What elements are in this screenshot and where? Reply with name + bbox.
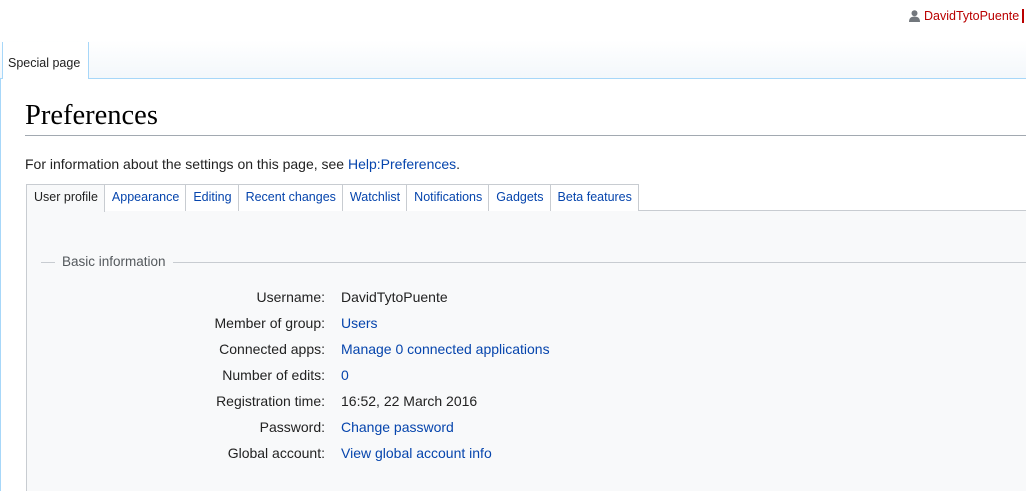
registration-time-label: Registration time: (216, 393, 325, 409)
basic-information-table: Username: DavidTytoPuente Member of grou… (27, 284, 550, 466)
page-title: Preferences (25, 100, 158, 131)
tab-recent-changes[interactable]: Recent changes (238, 184, 343, 211)
tab-gadgets[interactable]: Gadgets (489, 184, 551, 211)
page-tab-strip (0, 40, 1026, 79)
table-row: Registration time: 16:52, 22 March 2016 (27, 388, 550, 414)
table-row: Member of group: Users (27, 310, 550, 336)
user-icon (909, 10, 920, 22)
basic-information-legend: Basic information (62, 254, 166, 269)
username-label: Username: (256, 289, 325, 305)
registration-time-value: 16:52, 22 March 2016 (341, 393, 478, 409)
table-row: Username: DavidTytoPuente (27, 284, 550, 310)
manage-connected-apps-link[interactable]: Manage 0 connected applications (341, 341, 550, 357)
table-row: Connected apps: Manage 0 connected appli… (27, 336, 550, 362)
tab-watchlist[interactable]: Watchlist (342, 184, 408, 211)
connected-apps-label: Connected apps: (219, 341, 325, 357)
preferences-tabs: User profile Appearance Editing Recent c… (26, 184, 639, 212)
tab-appearance[interactable]: Appearance (104, 184, 187, 211)
tab-editing[interactable]: Editing (186, 184, 239, 211)
table-row: Number of edits: 0 (27, 362, 550, 388)
table-row: Password: Change password (27, 414, 550, 440)
personal-username[interactable]: DavidTytoPuente (924, 9, 1019, 23)
intro-prefix: For information about the settings on th… (25, 156, 348, 172)
intro-suffix: . (456, 156, 461, 172)
change-password-link[interactable]: Change password (341, 419, 454, 435)
global-account-label: Global account: (227, 445, 325, 461)
legend-divider-right (173, 262, 1026, 263)
number-of-edits-label: Number of edits: (222, 367, 325, 383)
username-value: DavidTytoPuente (341, 289, 448, 305)
tab-user-profile[interactable]: User profile (26, 184, 105, 212)
content-area: Preferences For information about the se… (0, 79, 1026, 491)
table-row: Global account: View global account info (27, 440, 550, 466)
intro-text: For information about the settings on th… (25, 156, 460, 172)
edit-count-link[interactable]: 0 (341, 367, 349, 383)
member-of-group-label: Member of group: (214, 315, 326, 331)
global-account-info-link[interactable]: View global account info (341, 445, 492, 461)
tab-beta-features[interactable]: Beta features (550, 184, 639, 211)
title-divider (25, 135, 1026, 136)
tab-notifications[interactable]: Notifications (407, 184, 490, 211)
user-profile-panel: Basic information Username: DavidTytoPue… (26, 210, 1026, 491)
tab-special-page[interactable]: Special page (2, 42, 89, 79)
legend-divider-left (41, 262, 55, 263)
personal-user-link[interactable]: DavidTytoPuente (909, 9, 1019, 23)
users-group-link[interactable]: Users (341, 315, 378, 331)
password-label: Password: (259, 419, 325, 435)
help-preferences-link[interactable]: Help:Preferences (348, 156, 456, 172)
personal-separator (1022, 9, 1024, 23)
